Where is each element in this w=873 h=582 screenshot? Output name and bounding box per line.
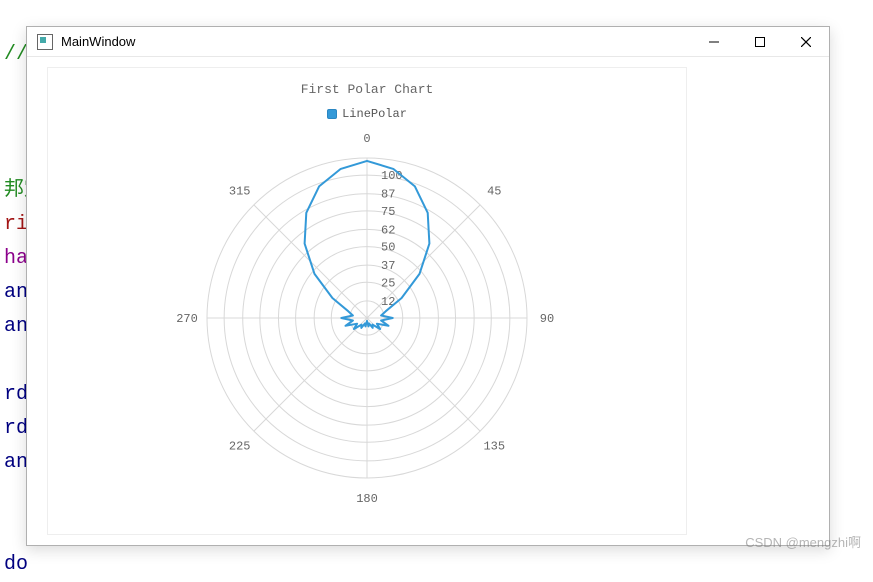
maximize-button[interactable] xyxy=(737,27,783,57)
svg-text:75: 75 xyxy=(381,205,395,219)
svg-text:225: 225 xyxy=(229,439,251,453)
maximize-icon xyxy=(755,37,765,47)
close-icon xyxy=(801,37,811,47)
svg-text:0: 0 xyxy=(363,132,370,146)
minimize-button[interactable] xyxy=(691,27,737,57)
legend-swatch xyxy=(327,109,337,119)
svg-text:87: 87 xyxy=(381,188,395,202)
polar-chart: 0 45 90 135 180 225 270 315 12 25 37 50 62 75 87 100 xyxy=(48,121,686,511)
close-button[interactable] xyxy=(783,27,829,57)
chart-title: First Polar Chart xyxy=(48,82,686,97)
svg-text:100: 100 xyxy=(381,169,403,183)
svg-text:37: 37 xyxy=(381,259,395,273)
svg-text:62: 62 xyxy=(381,223,395,237)
svg-text:270: 270 xyxy=(176,312,198,326)
svg-text:180: 180 xyxy=(356,492,378,506)
svg-text:12: 12 xyxy=(381,295,395,309)
svg-text:45: 45 xyxy=(487,185,501,199)
chart-legend: LinePolar xyxy=(48,107,686,121)
svg-text:50: 50 xyxy=(381,241,395,255)
titlebar[interactable]: MainWindow xyxy=(27,27,829,57)
window-title: MainWindow xyxy=(61,34,691,49)
chart-container: First Polar Chart LinePolar 0 45 90 135 180 2… xyxy=(47,67,687,535)
svg-text:315: 315 xyxy=(229,185,251,199)
app-icon xyxy=(37,34,53,50)
watermark: CSDN @mengzhi啊 xyxy=(745,532,861,551)
svg-text:135: 135 xyxy=(483,439,505,453)
svg-text:25: 25 xyxy=(381,276,395,290)
main-window: MainWindow First Polar Chart LinePolar 0… xyxy=(26,26,830,546)
minimize-icon xyxy=(709,37,719,47)
svg-text:90: 90 xyxy=(540,312,554,326)
legend-label: LinePolar xyxy=(342,107,407,121)
